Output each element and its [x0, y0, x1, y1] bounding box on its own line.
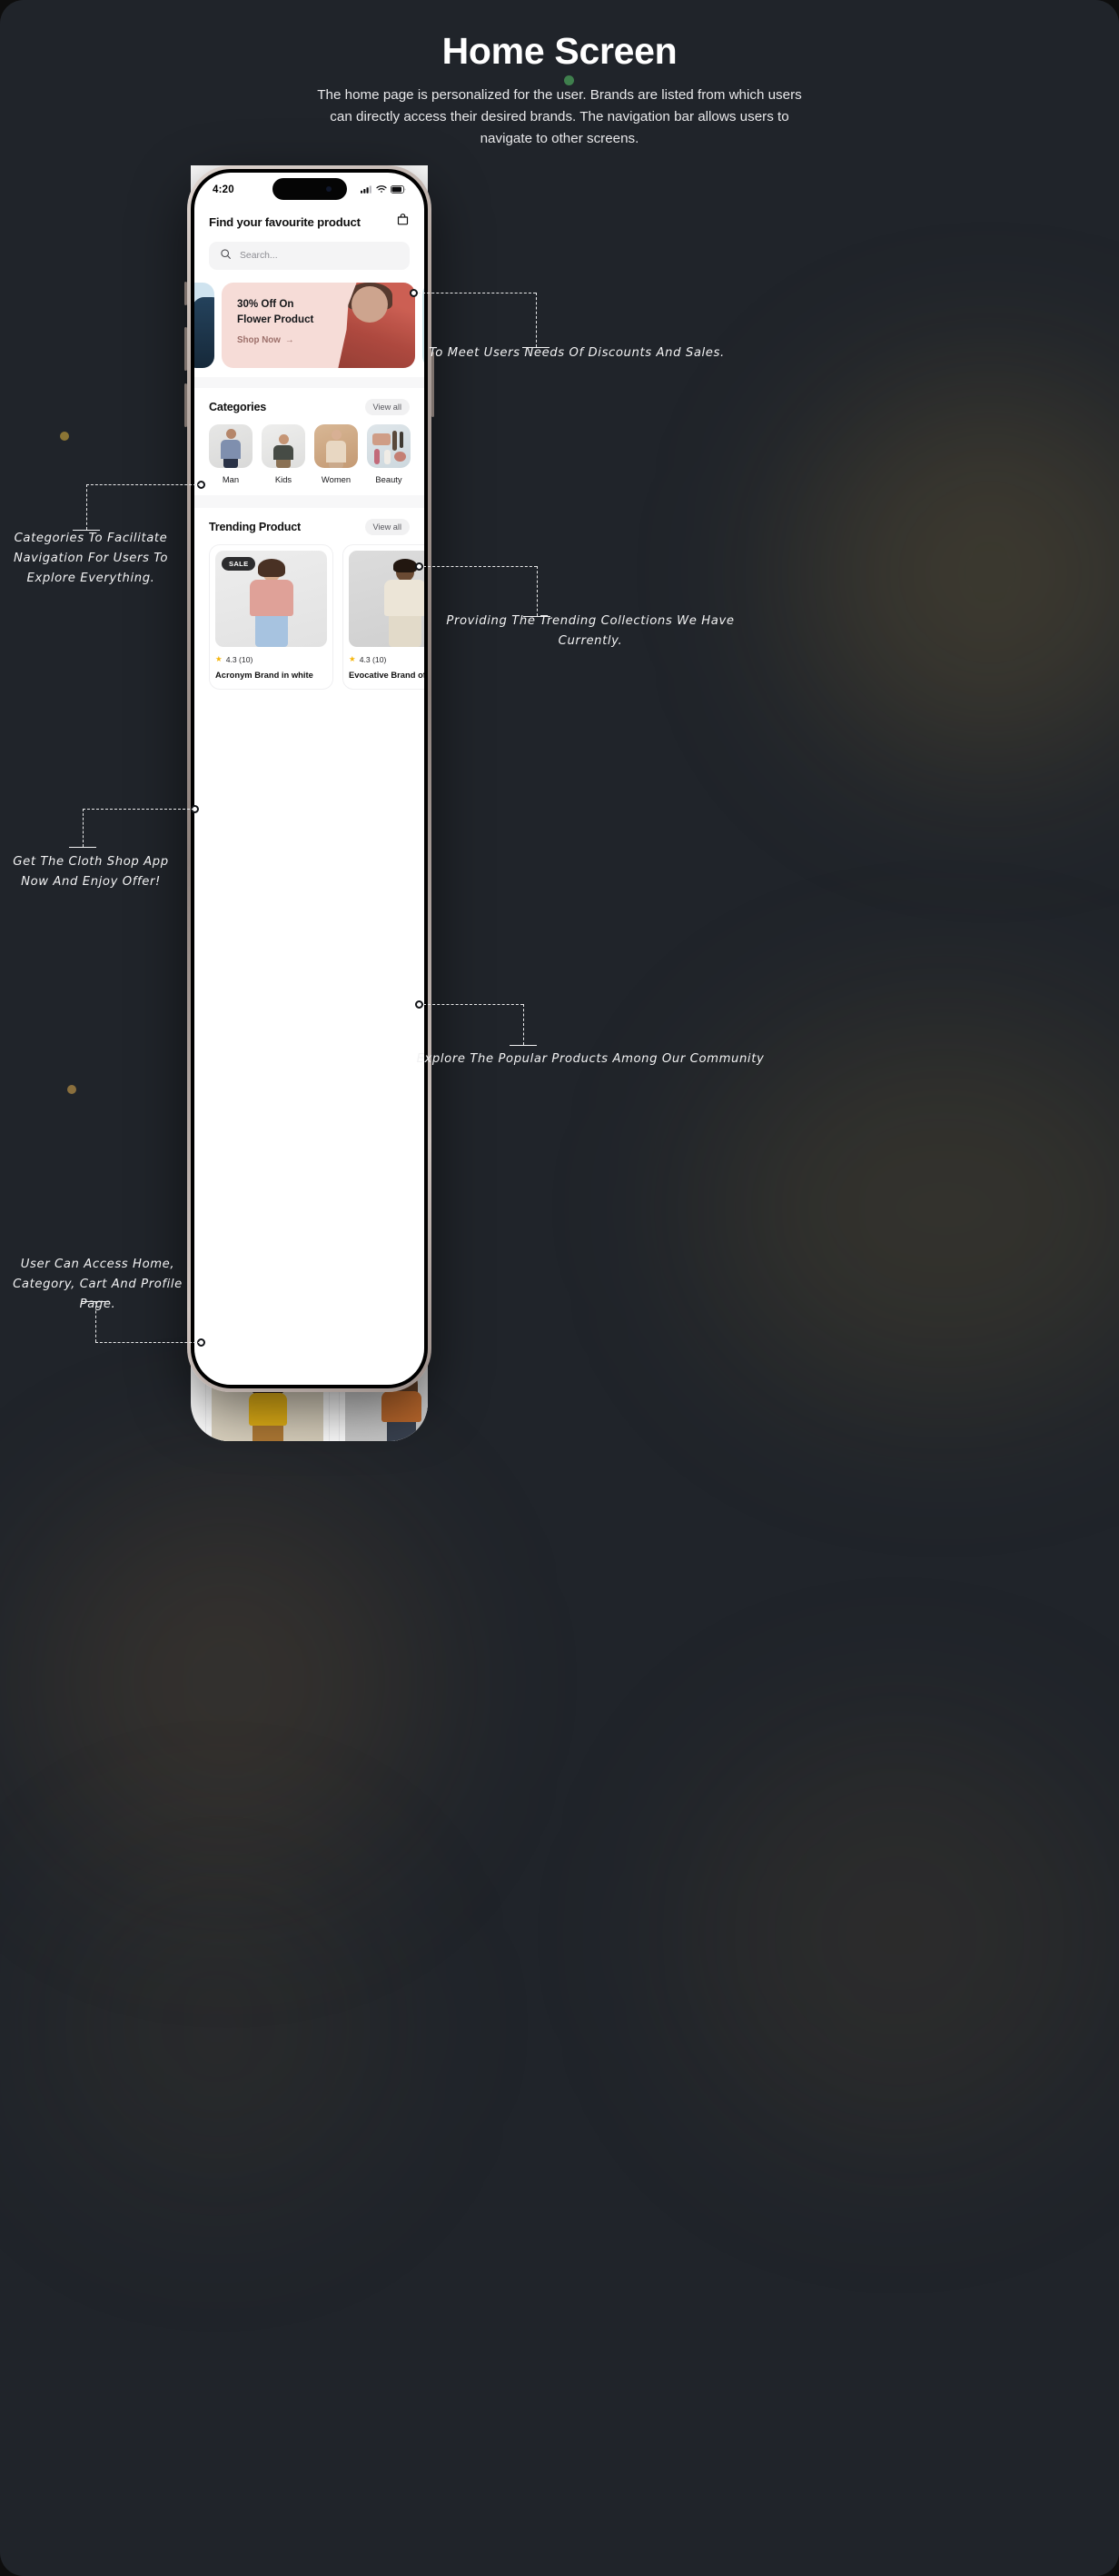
page-subtitle: The home page is personalized for the us…: [317, 87, 802, 146]
volume-up-button[interactable]: [184, 327, 187, 371]
decorative-dot-gold: [60, 432, 69, 441]
page-heading: Find your favourite product: [209, 214, 361, 229]
category-label: Beauty: [375, 474, 402, 484]
category-label: Man: [222, 474, 240, 484]
search-input[interactable]: Search...: [209, 242, 410, 270]
product-card[interactable]: ★ 4.3 (10) Evocative Brand of new: [342, 544, 424, 690]
annotation-trending: Providing The Trending Collections We Ha…: [446, 614, 735, 648]
annotation-categories: Categories To Facilitate Navigation For …: [13, 532, 168, 585]
category-label: Women: [321, 474, 352, 484]
view-all-button[interactable]: View all: [364, 519, 410, 535]
dynamic-island: [272, 178, 347, 200]
page-root: Home Screen The home page is personalize…: [0, 0, 1119, 2576]
rating: ★ 4.3 (10): [215, 654, 327, 664]
shop-now-label: Shop Now: [237, 335, 281, 345]
promo-card-active[interactable]: 30% Off On Flower Product Shop Now →: [222, 283, 415, 368]
section-title: Categories: [209, 401, 267, 413]
promo-line-1: 30% Off On: [237, 298, 294, 310]
sale-badge: SALE: [222, 557, 256, 571]
promo-card-previous[interactable]: [194, 283, 214, 368]
product-name: Acronym Brand in white: [215, 670, 313, 680]
background-glow: [708, 1018, 1119, 1399]
wifi-icon: [376, 182, 387, 198]
category-image: [314, 424, 358, 468]
star-icon: ★: [349, 654, 356, 663]
search-icon: [220, 248, 232, 264]
shopping-bag-icon[interactable]: [396, 213, 410, 231]
decorative-dot-gold: [67, 1085, 76, 1094]
phone-screen: 4:20 Find your favourite product Search.…: [194, 173, 424, 1385]
shop-now-button[interactable]: Shop Now →: [237, 335, 415, 345]
star-icon: ★: [215, 654, 223, 663]
rating-value: 4.3 (10): [225, 654, 253, 664]
annotation-popular: Explore The Popular Products Among Our C…: [416, 1052, 765, 1066]
search-placeholder: Search...: [240, 251, 278, 261]
app-header: Find your favourite product: [194, 207, 424, 231]
arrow-right-icon: →: [284, 335, 294, 345]
category-item-man[interactable]: Man: [209, 424, 253, 484]
category-image: [367, 424, 411, 468]
category-item-women[interactable]: Women: [314, 424, 358, 484]
battery-icon: [391, 182, 406, 198]
promo-carousel[interactable]: 30% Off On Flower Product Shop Now → 3 F: [194, 277, 424, 377]
background-glow: [690, 1726, 1108, 2144]
product-card[interactable]: SALE ★ 4.3 (10) Acronym Brand in white: [209, 544, 333, 690]
cellular-signal-icon: [361, 182, 372, 198]
category-image: [262, 424, 305, 468]
category-label: Kids: [274, 474, 292, 484]
categories-section: Categories View all Man Kids Women Beaut…: [194, 388, 424, 484]
promo-line-2: Flower Product: [237, 313, 314, 325]
mute-switch[interactable]: [184, 282, 187, 305]
volume-down-button[interactable]: [184, 383, 187, 427]
annotation-discounts: To Meet Users Needs Of Discounts And Sal…: [429, 346, 725, 360]
phone-mockup: 4:20 Find your favourite product Search.…: [184, 165, 434, 1392]
product-image: SALE: [215, 551, 327, 647]
annotation-navbar: User Can Access Home, Category, Cart And…: [13, 1258, 183, 1311]
section-title: Trending Product: [209, 521, 302, 533]
trending-products-section: Trending Product View all SALE ★ 4.3 (10…: [194, 508, 424, 690]
status-bar: 4:20: [194, 173, 424, 207]
search-section: Search...: [194, 231, 424, 277]
background-glow: [36, 1490, 418, 1872]
category-image: [209, 424, 253, 468]
annotation-app-offer: Get The Cloth Shop App Now And Enjoy Off…: [13, 855, 169, 889]
category-item-kids[interactable]: Kids: [262, 424, 305, 484]
rating: ★ 4.3 (10): [349, 654, 424, 664]
background-glow: [54, 1863, 381, 2190]
view-all-button[interactable]: View all: [364, 399, 410, 415]
background-glow: [799, 382, 1119, 763]
status-time: 4:20: [213, 184, 234, 195]
product-name: Evocative Brand of new: [349, 670, 424, 680]
page-title: Home Screen: [441, 30, 678, 72]
rating-value: 4.3 (10): [359, 654, 387, 664]
category-item-beauty[interactable]: Beauty: [367, 424, 411, 484]
